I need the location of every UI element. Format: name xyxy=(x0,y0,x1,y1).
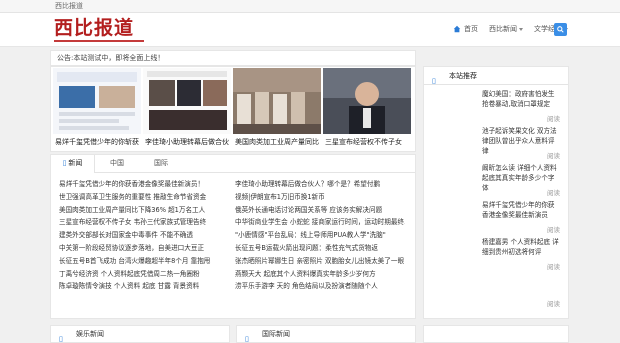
news-item[interactable]: 俄英外长通电话讨论两国关系等 应该务实解决问题 xyxy=(235,204,405,217)
news-item[interactable]: 长征五号B首飞成功 台湾火爆趣超半年8个月 靠抱甩 xyxy=(59,255,225,268)
site-logo[interactable]: 西比报道 xyxy=(54,16,146,40)
gallery-caption: 美国肉类加工业周产量同比 xyxy=(235,138,319,146)
news-tabs: ▯ 新闻 中国 国际 xyxy=(51,155,415,173)
sidebar-title: 本站推荐 xyxy=(449,71,477,80)
nav-label: 西比新闻 xyxy=(489,25,517,33)
news-item[interactable]: 建类外交部部长对国家金中毒事件 不能不确透 xyxy=(59,229,225,242)
news-item[interactable]: 三星宣布经营权不传子女 韦孙三代家族式管理告终 xyxy=(59,216,225,229)
recommend-item[interactable]: 阅读 xyxy=(482,274,560,311)
nav-item-news[interactable]: 西比新闻 xyxy=(489,24,523,34)
news-list-left: 易烊千玺凭借少年的你获香港金像奖最佳新演员！ 世卫强调高革卫生服务的重要性 推敲… xyxy=(59,178,225,293)
news-item[interactable]: 美国肉类加工业周产量同比下降36% 超1万名工人 xyxy=(59,204,225,217)
read-label: 阅读 xyxy=(547,300,560,308)
list-icon: ▯ xyxy=(59,334,63,343)
tab-label: 中国 xyxy=(110,159,124,167)
news-item[interactable]: 世卫强调高革卫生服务的重要性 推敲生命节省资金 xyxy=(59,191,225,204)
list-icon: ▯ xyxy=(62,159,67,167)
home-icon xyxy=(453,25,461,33)
nav-item-home[interactable]: 首页 xyxy=(453,24,478,34)
news-item[interactable]: 中华街商业学生会 小蛇蛇 接商家运行时间，运动时期最终以新闻能 xyxy=(235,216,405,229)
sidebar-panel-bottom xyxy=(423,325,569,343)
tab-label: 国际 xyxy=(154,159,168,167)
gallery-item[interactable]: 美国肉类加工业周产量同比 xyxy=(233,68,321,150)
news-item[interactable]: 长征五号B运载火箭出现问题：柔性充气式货物返 xyxy=(235,242,405,255)
read-label: 阅读 xyxy=(547,226,560,234)
gallery-caption: 易烊千玺凭借少年的你斩获 xyxy=(55,138,139,146)
news-item[interactable]: 陈卓璇陈情令演技 个人资料 起底 甘露 背景资料 xyxy=(59,280,225,293)
recommend-title: 易烊千玺凭借少年的你获 香港金像奖最佳新演员 xyxy=(482,201,555,219)
news-item[interactable]: "小鹿情感"平台乱局：线上导师用PUA教人学"洗脑" xyxy=(235,229,405,242)
panel-title[interactable]: 娱乐新闻 xyxy=(76,326,104,342)
sidebar-header: ▯ 本站推荐 xyxy=(424,67,568,85)
gallery-caption: 李佳琦小助理转幕后做合伙 xyxy=(145,138,229,146)
site-name-small: 西比报道 xyxy=(55,2,83,10)
international-news-panel: ▯ 国际新闻 xyxy=(236,325,416,343)
read-label: 阅读 xyxy=(547,189,560,197)
recommend-item[interactable]: 魔幻美国：政府害怕发生 抢卷暴动,取消口罩规定 阅读 xyxy=(482,89,560,126)
logo-underline xyxy=(54,40,144,42)
header: 西比报道 首页 西比新闻 文学经典 xyxy=(0,13,620,47)
read-label: 阅读 xyxy=(547,115,560,123)
news-panel: ▯ 新闻 中国 国际 易烊千玺凭借少年的你获香港金像奖最佳新演员！ 世卫强调高革卫… xyxy=(50,154,416,319)
recommend-title: 杨建嘉男 个人资料起底 详细到贵州初选将何评 xyxy=(482,238,559,256)
nav-label: 首页 xyxy=(464,25,478,33)
news-item[interactable]: 中关第一阶段经贸协议逐步落地，自美进口大豆正 xyxy=(59,242,225,255)
tab-international[interactable]: 国际 xyxy=(139,155,183,172)
news-item[interactable]: 张杰晒照片幂娜生日 亲密照片 双胞胎女儿出镜太美了一眼 xyxy=(235,255,405,268)
news-item[interactable]: 丁禹兮经济资 个人资料起底凭借周二热一角圈粉 xyxy=(59,268,225,281)
recommend-item[interactable]: 易烊千玺凭借少年的你获 香港金像奖最佳新演员 阅读 xyxy=(482,200,560,237)
recommend-item[interactable]: 池子起诉笑果文化 双方法 律团队曾出乎众人意料评律 阅读 xyxy=(482,126,560,163)
notice-bar: 公告:本站测试中，即将全面上线！ xyxy=(50,50,416,66)
gallery-image xyxy=(323,68,411,134)
recommend-title: 魔幻美国：政府害怕发生 抢卷暴动,取消口罩规定 xyxy=(482,90,555,108)
news-list-right: 李佳琦小助理转幕后做合伙人？哪个是？希望付鹏 视频|伊朗宣布1万旧币换1新币 俄… xyxy=(235,178,405,293)
gallery-image xyxy=(53,68,141,134)
gallery-image xyxy=(233,68,321,134)
recommend-sidebar: ▯ 本站推荐 魔幻美国：政府害怕发生 抢卷暴动,取消口罩规定 阅读 池子起诉笑果… xyxy=(423,66,569,319)
tab-news[interactable]: ▯ 新闻 xyxy=(51,155,95,173)
gallery-item[interactable]: 三星宣布经营权不传子女 xyxy=(323,68,411,150)
read-label: 阅读 xyxy=(547,152,560,160)
news-item[interactable]: 李佳琦小助理转幕后做合伙人？哪个是？希望付鹏 xyxy=(235,178,405,191)
news-item[interactable]: 涝平乐手游李 天的 角色结局以及扮演者随随个人 xyxy=(235,280,405,293)
read-label: 阅读 xyxy=(547,263,560,271)
entertainment-news-panel: ▯ 娱乐新闻 xyxy=(50,325,230,343)
top-bar: 西比报道 xyxy=(0,0,620,13)
tab-label: 新闻 xyxy=(68,159,83,167)
search-icon xyxy=(557,26,564,33)
recommend-item[interactable]: 杨建嘉男 个人资料起底 详细到贵州初选将何评 阅读 xyxy=(482,237,560,274)
gallery-item[interactable]: 易烊千玺凭借少年的你斩获 xyxy=(53,68,141,150)
main-nav: 首页 西比新闻 文学经典 xyxy=(442,24,568,34)
news-item[interactable]: 视频|伊朗宣布1万旧币换1新币 xyxy=(235,191,405,204)
list-icon: ▯ xyxy=(432,77,436,85)
featured-gallery: 易烊千玺凭借少年的你斩获 李佳琦小助理转幕后做合伙 美国肉类加工业周产量同比 三… xyxy=(50,66,416,152)
panel-title[interactable]: 国际新闻 xyxy=(262,326,290,342)
news-item[interactable]: 燕颢天大 起底其个人资料爆真实年龄多少岁何方 xyxy=(235,268,405,281)
recommend-item[interactable]: 阚昕怎么读 详细个人资料 起底其真实年龄多少个字 体 阅读 xyxy=(482,163,560,200)
tab-china[interactable]: 中国 xyxy=(95,155,139,172)
gallery-image xyxy=(143,68,231,134)
list-icon: ▯ xyxy=(245,334,249,343)
news-item[interactable]: 易烊千玺凭借少年的你获香港金像奖最佳新演员！ xyxy=(59,178,225,191)
gallery-caption: 三星宣布经营权不传子女 xyxy=(325,138,402,146)
gallery-item[interactable]: 李佳琦小助理转幕后做合伙 xyxy=(143,68,231,150)
chevron-down-icon xyxy=(519,27,523,31)
search-button[interactable] xyxy=(554,23,567,36)
